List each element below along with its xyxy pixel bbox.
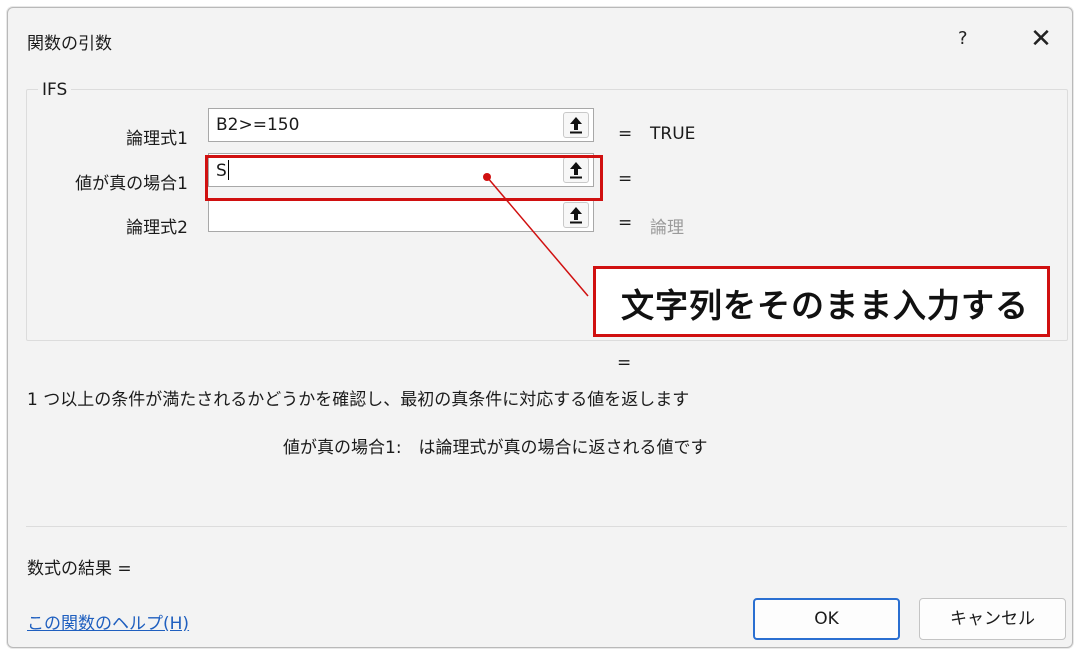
- function-arguments-dialog: 関数の引数 ? ✕ IFS 論理式1 B2>=150 = TRUE 値が真の場合…: [7, 7, 1073, 648]
- formula-equals: =: [617, 353, 632, 373]
- ok-button[interactable]: OK: [753, 598, 900, 640]
- argument-description: 値が真の場合1: は論理式が真の場合に返される値です: [283, 438, 708, 458]
- annotation-callout: 文字列をそのまま入力する: [593, 266, 1050, 337]
- annotation-callout-text: 文字列をそのまま入力する: [621, 286, 1029, 325]
- formula-result: 数式の結果 =: [27, 559, 132, 579]
- function-help-link[interactable]: この関数のヘルプ(H): [27, 609, 189, 634]
- divider: [26, 526, 1067, 527]
- cancel-button[interactable]: キャンセル: [919, 598, 1066, 640]
- function-description: 1 つ以上の条件が満たされるかどうかを確認し、最初の真条件に対応する値を返します: [27, 390, 690, 410]
